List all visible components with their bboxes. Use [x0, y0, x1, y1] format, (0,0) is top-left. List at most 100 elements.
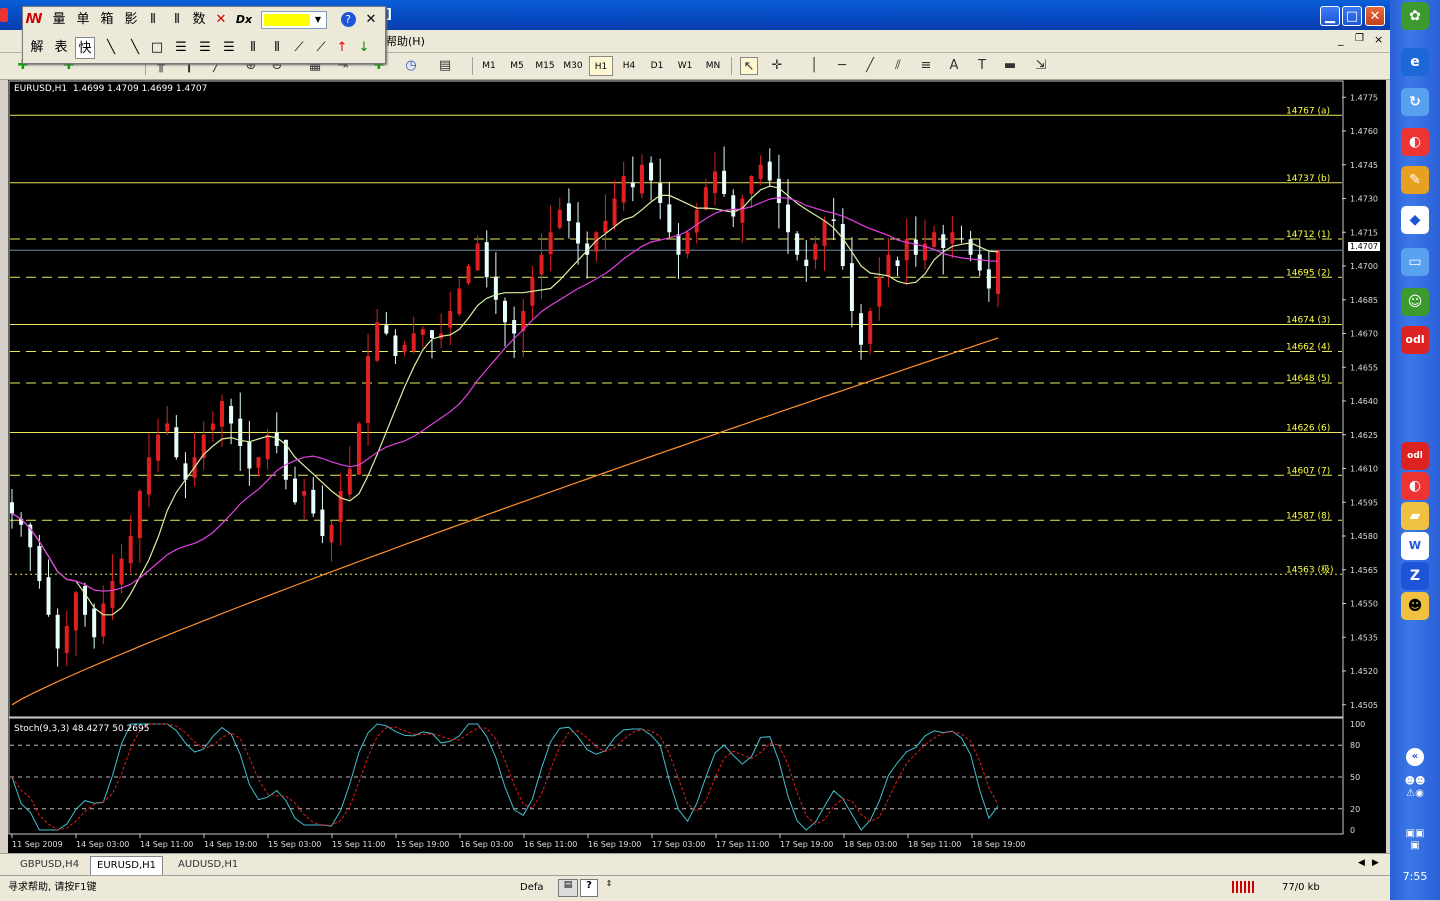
- odl-small-icon[interactable]: odl: [1401, 442, 1429, 470]
- rectangle-tool-icon[interactable]: □: [147, 37, 167, 59]
- text-icon[interactable]: A: [945, 57, 963, 75]
- timeframe-w1[interactable]: W1: [674, 56, 696, 76]
- timeframe-h1[interactable]: H1: [589, 56, 613, 76]
- ray-tool-icon[interactable]: ╲: [125, 37, 145, 59]
- arrow-down-icon[interactable]: ↓: [355, 37, 373, 59]
- tab-gbpusd-h4[interactable]: GBPUSD,H4: [14, 856, 85, 874]
- timeframe-h4[interactable]: H4: [618, 56, 640, 76]
- candle-body: [539, 254, 544, 275]
- paint-icon[interactable]: ✎: [1401, 166, 1429, 194]
- candle-body: [913, 239, 918, 255]
- palette-close-icon[interactable]: ✕: [361, 9, 381, 31]
- palette-single[interactable]: 单: [73, 9, 93, 31]
- candle-body: [448, 311, 453, 328]
- timeframe-m1[interactable]: M1: [478, 56, 500, 76]
- candle-body: [548, 232, 553, 255]
- cycle-tool-icon[interactable]: ⦀: [267, 37, 287, 59]
- price-tick-label: 1.4550: [1350, 600, 1378, 609]
- odl-icon[interactable]: odl: [1401, 326, 1429, 354]
- fibonacci-icon[interactable]: ≡: [917, 57, 935, 75]
- palette-number[interactable]: 数: [189, 9, 209, 31]
- candle-body: [658, 183, 663, 203]
- fib-ext-tool-icon[interactable]: ☰: [219, 37, 239, 59]
- mdi-restore-icon[interactable]: ❐: [1355, 33, 1364, 44]
- scroll-left-icon[interactable]: ◀: [1358, 858, 1365, 868]
- timeframe-m15[interactable]: M15: [533, 56, 557, 76]
- palette-shadow[interactable]: 影: [121, 9, 141, 31]
- vertical-line-icon[interactable]: │: [805, 57, 823, 75]
- tray-icons-2[interactable]: ▣▣ ▣: [1401, 828, 1429, 856]
- cursor-icon[interactable]: ↖: [740, 57, 758, 75]
- palette-box[interactable]: 箱: [97, 9, 117, 31]
- timeframe-mn[interactable]: MN: [701, 56, 725, 76]
- tab-audusd-h1[interactable]: AUDUSD,H1: [172, 856, 244, 874]
- bars-alt-icon[interactable]: ⦀: [167, 9, 187, 31]
- palette-table[interactable]: 表: [51, 37, 71, 59]
- chart-window[interactable]: 14767 (a) 14737 (b) 14712 (1) 14695 (2) 1467…: [8, 80, 1386, 853]
- menu-help[interactable]: 帮助(H): [386, 33, 425, 49]
- stoch-tick-label: 0: [1350, 826, 1355, 835]
- line-tool-icon[interactable]: ╲: [101, 37, 121, 59]
- minimize-button[interactable]: ▁: [1320, 6, 1340, 26]
- mdi-minimize-icon[interactable]: _: [1338, 33, 1344, 46]
- text-label-icon[interactable]: T: [973, 57, 991, 75]
- title-bracket: ]: [386, 7, 392, 22]
- sync-icon[interactable]: ↻: [1401, 88, 1429, 116]
- grid-tool-icon[interactable]: ⦀: [243, 37, 263, 59]
- help-icon[interactable]: ?: [339, 9, 357, 31]
- keyboard-icon[interactable]: ▤: [558, 879, 578, 897]
- more-objects-icon[interactable]: ⇲: [1032, 57, 1050, 75]
- chart-canvas[interactable]: 14767 (a) 14737 (b) 14712 (1) 14695 (2) 1467…: [8, 80, 1386, 853]
- cross-icon[interactable]: ✕: [211, 9, 231, 31]
- candle-body: [859, 313, 864, 345]
- media-small-icon[interactable]: ◐: [1401, 472, 1429, 500]
- bars-icon[interactable]: ⦀: [143, 9, 163, 31]
- status-scroll-icon[interactable]: ⇕: [602, 879, 616, 895]
- media-icon[interactable]: ◐: [1401, 128, 1429, 156]
- dx-icon[interactable]: Dx: [233, 9, 255, 31]
- close-window-button[interactable]: ✕: [1365, 6, 1385, 26]
- color-picker[interactable]: ▼: [261, 11, 327, 29]
- fib-tool-icon[interactable]: ☰: [195, 37, 215, 59]
- tab-eurusd-h1[interactable]: EURUSD,H1: [90, 856, 164, 875]
- channel-tool-icon[interactable]: ☰: [171, 37, 191, 59]
- tray-icons[interactable]: ☻☻ ⚠◉: [1401, 776, 1429, 804]
- templates-icon[interactable]: ▤: [436, 57, 454, 75]
- timeframe-m30[interactable]: M30: [561, 56, 585, 76]
- word-icon[interactable]: W: [1401, 532, 1429, 560]
- candle-body: [402, 344, 407, 353]
- palette-quick[interactable]: 快: [75, 37, 95, 59]
- arrow-label-icon[interactable]: ▬: [1001, 57, 1019, 75]
- candle-body: [320, 509, 325, 536]
- timeframe-d1[interactable]: D1: [646, 56, 668, 76]
- folder-icon[interactable]: ▰: [1401, 502, 1429, 530]
- candle-body: [366, 356, 371, 423]
- maximize-button[interactable]: □: [1342, 6, 1362, 26]
- palette-volume[interactable]: 量: [49, 9, 69, 31]
- network-icon[interactable]: ◆: [1401, 206, 1429, 234]
- palette-grip-icon[interactable]: ꟿ: [25, 9, 43, 31]
- fan-tool-icon[interactable]: ⟋: [289, 37, 309, 59]
- palette-explain[interactable]: 解: [27, 37, 47, 59]
- messenger-icon[interactable]: ☺: [1401, 288, 1429, 316]
- help-status-icon[interactable]: ?: [580, 879, 598, 897]
- window-icon[interactable]: ▭: [1401, 248, 1429, 276]
- candle-body: [384, 325, 389, 334]
- collapse-icon[interactable]: «: [1406, 748, 1424, 766]
- trendline-icon[interactable]: ╱: [861, 57, 879, 75]
- timeframe-m5[interactable]: M5: [506, 56, 528, 76]
- chevron-down-icon[interactable]: ▼: [311, 13, 325, 27]
- gann-tool-icon[interactable]: ⟋: [311, 37, 331, 59]
- channel-icon[interactable]: ⫽: [889, 57, 907, 75]
- z-icon[interactable]: Z: [1401, 562, 1429, 590]
- start-icon[interactable]: ✿: [1401, 2, 1429, 30]
- mdi-close-icon[interactable]: ×: [1374, 33, 1383, 46]
- internet-explorer-icon[interactable]: e: [1401, 48, 1429, 76]
- scroll-right-icon[interactable]: ▶: [1372, 858, 1379, 868]
- periods-icon[interactable]: ◷: [402, 57, 420, 75]
- qq-icon[interactable]: ☻: [1401, 592, 1429, 620]
- crosshair-icon[interactable]: ✛: [768, 57, 786, 75]
- horizontal-line-icon[interactable]: ─: [833, 57, 851, 75]
- candle-body: [621, 176, 626, 203]
- arrow-up-icon[interactable]: ↑: [333, 37, 351, 59]
